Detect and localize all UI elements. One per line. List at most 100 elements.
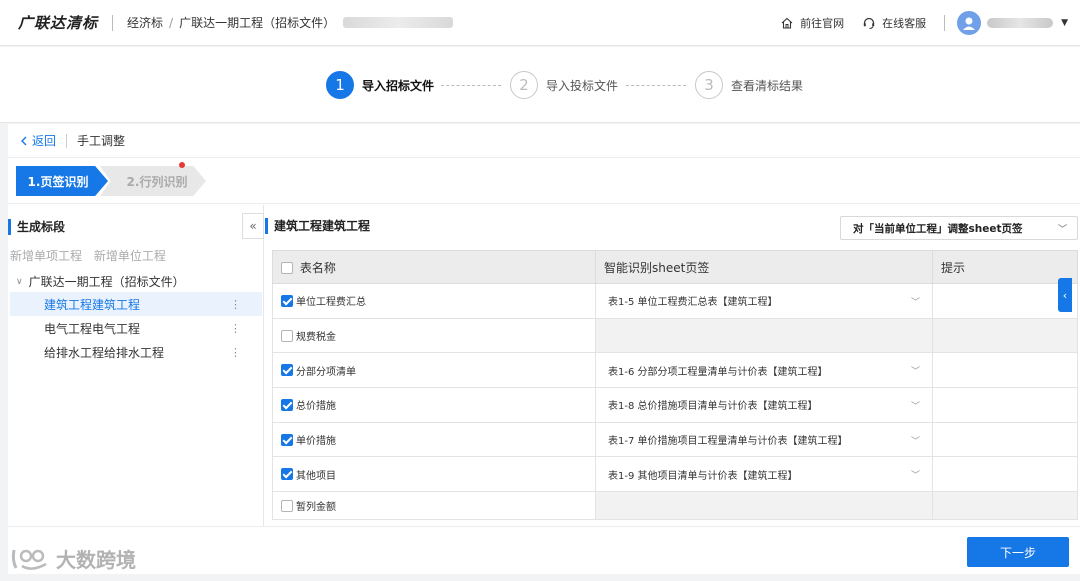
table-row: 单位工程费汇总 表1-5 单位工程费汇总表【建筑工程】 ﹀ (272, 283, 1078, 319)
official-site-link[interactable]: 前往官网 (780, 15, 844, 31)
step-3-label: 查看清标结果 (731, 78, 804, 93)
sub-steps-row: 2.行列识别 1.页签识别 (8, 158, 1080, 204)
sheet-select[interactable]: 表1-7 单价措施项目工程量清单与计价表【建筑工程】 ﹀ (595, 421, 933, 458)
step-3: 3 查看清标结果 (695, 71, 803, 99)
tree-root[interactable]: ∨ 广联达一期工程（招标文件） (16, 273, 185, 290)
sheet-select[interactable]: 表1-6 分部分项工程量清单与计价表【建筑工程】 ﹀ (595, 352, 933, 389)
table-row: 规费税金 (272, 317, 1078, 354)
adjust-sheet-label: 对「当前单位工程」调整sheet页签 (853, 222, 1023, 235)
row-checkbox[interactable] (281, 468, 293, 481)
step-1-number: 1 (326, 71, 354, 99)
watermark-text: 大数跨境 (56, 548, 136, 572)
notification-dot (179, 162, 185, 168)
divider (66, 133, 68, 148)
tree-item-electrical[interactable]: 电气工程电气工程 ⋮ (10, 316, 262, 340)
sheet-select[interactable]: 表1-8 总价措施项目清单与计价表【建筑工程】 ﹀ (595, 387, 933, 423)
table-row: 总价措施 表1-8 总价措施项目清单与计价表【建筑工程】 ﹀ (272, 387, 1078, 423)
hint-cell (932, 421, 1078, 458)
hint-cell (932, 387, 1078, 423)
headset-icon (863, 17, 875, 29)
step-3-number: 3 (695, 71, 723, 99)
watermark-logo-icon (11, 549, 47, 570)
row-checkbox[interactable] (281, 499, 293, 512)
adjust-sheet-dropdown[interactable]: 对「当前单位工程」调整sheet页签 ﹀ (840, 216, 1078, 240)
row-name-cell: 分部分项清单 (272, 352, 596, 389)
online-support-label: 在线客服 (882, 17, 927, 30)
home-icon (781, 17, 793, 29)
left-tree-pane: 生成标段 新增单项工程 新增单位工程 ∨ 广联达一期工程（招标文件） 建筑工程建… (8, 205, 264, 527)
step-1: 1 导入招标文件 (326, 71, 434, 99)
add-unit-project-button[interactable]: 新增单位工程 (94, 249, 166, 263)
row-checkbox[interactable] (281, 329, 293, 342)
side-panel-toggle[interactable]: ‹ (1058, 278, 1072, 312)
row-name-cell: 总价措施 (272, 387, 596, 423)
chevron-down-icon: ﹀ (910, 471, 920, 482)
top-header: 广联达清标 经济标 / 广联达一期工程（招标文件） 前往官网 在线客服 ▼ (0, 0, 1080, 46)
tab-sheet-recognition[interactable]: 1.页签识别 (16, 166, 108, 196)
hint-cell (932, 352, 1078, 389)
chevron-down-icon: ﹀ (910, 402, 920, 413)
tab-2-label: 2.行列识别 (126, 174, 188, 189)
tab-row-column-recognition[interactable]: 2.行列识别 (100, 166, 206, 196)
step-2-number: 2 (510, 71, 538, 99)
chevron-left-icon: ‹ (1062, 288, 1068, 302)
next-step-button[interactable]: 下一步 (967, 537, 1069, 567)
chevron-down-icon: ﹀ (910, 367, 920, 378)
back-row: 返回 手工调整 (8, 124, 1080, 158)
tree-item-plumbing[interactable]: 给排水工程给排水工程 ⋮ (10, 340, 262, 364)
avatar[interactable] (957, 11, 982, 35)
hint-cell (932, 317, 1078, 354)
more-icon[interactable]: ⋮ (230, 346, 241, 359)
table-row: 其他项目 表1-9 其他项目清单与计价表【建筑工程】 ﹀ (272, 456, 1078, 493)
user-icon (963, 17, 976, 30)
hint-cell (932, 456, 1078, 493)
row-checkbox[interactable] (281, 398, 293, 411)
tree-item-label: 电气工程电气工程 (44, 321, 141, 336)
sheet-cell-disabled (595, 491, 933, 521)
add-single-project-button[interactable]: 新增单项工程 (10, 249, 82, 263)
row-checkbox[interactable] (281, 433, 293, 446)
breadcrumb-item-economic[interactable]: 经济标 (127, 14, 163, 31)
header-right: 前往官网 在线客服 ▼ (780, 0, 1080, 46)
double-chevron-left-icon: « (249, 219, 257, 233)
right-title: 建筑工程建筑工程 (265, 218, 370, 234)
step-1-label: 导入招标文件 (362, 78, 435, 93)
select-all-checkbox[interactable] (281, 262, 293, 274)
sheet-select[interactable]: 表1-5 单位工程费汇总表【建筑工程】 ﹀ (595, 283, 933, 319)
hint-cell (932, 491, 1078, 521)
chevron-down-icon[interactable]: ▼ (1061, 18, 1068, 28)
more-icon[interactable]: ⋮ (230, 298, 241, 311)
tab-1-label: 1.页签识别 (27, 174, 89, 189)
online-support-link[interactable]: 在线客服 (862, 15, 926, 31)
tree-item-label: 建筑工程建筑工程 (44, 297, 141, 312)
left-title: 生成标段 (8, 219, 65, 235)
row-name-cell: 暂列金额 (272, 491, 596, 521)
sheet-select[interactable]: 表1-9 其他项目清单与计价表【建筑工程】 ﹀ (595, 456, 933, 493)
row-name-cell: 规费税金 (272, 317, 596, 354)
column-header-sheet: 智能识别sheet页签 (595, 250, 933, 284)
blurred-text (343, 17, 454, 28)
collapse-pane-button[interactable]: « (242, 213, 264, 239)
chevron-down-icon: ﹀ (910, 436, 920, 447)
row-checkbox[interactable] (281, 294, 293, 307)
back-button[interactable]: 返回 (20, 132, 56, 149)
hint-cell (932, 283, 1078, 319)
chevron-left-icon (21, 136, 27, 145)
tree-root-label: 广联达一期工程（招标文件） (28, 275, 185, 289)
more-icon[interactable]: ⋮ (230, 322, 241, 335)
page-subtitle: 手工调整 (77, 134, 126, 148)
column-header-hint: 提示 (932, 250, 1078, 284)
breadcrumb: 经济标 / 广联达一期工程（招标文件） (127, 14, 454, 31)
table-header-row: 表名称 智能识别sheet页签 提示 (272, 250, 1078, 284)
step-2: 2 导入投标文件 (510, 71, 618, 99)
app-logo[interactable]: 广联达清标 (18, 12, 98, 33)
chevron-down-icon: ﹀ (1057, 224, 1067, 235)
steps-bar: 1 导入招标文件 2 导入投标文件 3 查看清标结果 (0, 47, 1080, 123)
blurred-username (987, 18, 1054, 28)
row-name-cell: 其他项目 (272, 456, 596, 493)
table-row: 单价措施 表1-7 单价措施项目工程量清单与计价表【建筑工程】 ﹀ (272, 421, 1078, 458)
row-checkbox[interactable] (281, 364, 293, 377)
chevron-down-icon[interactable]: ∨ (16, 277, 23, 287)
tree-item-building[interactable]: 建筑工程建筑工程 ⋮ (10, 292, 262, 316)
step-connector (626, 85, 686, 86)
